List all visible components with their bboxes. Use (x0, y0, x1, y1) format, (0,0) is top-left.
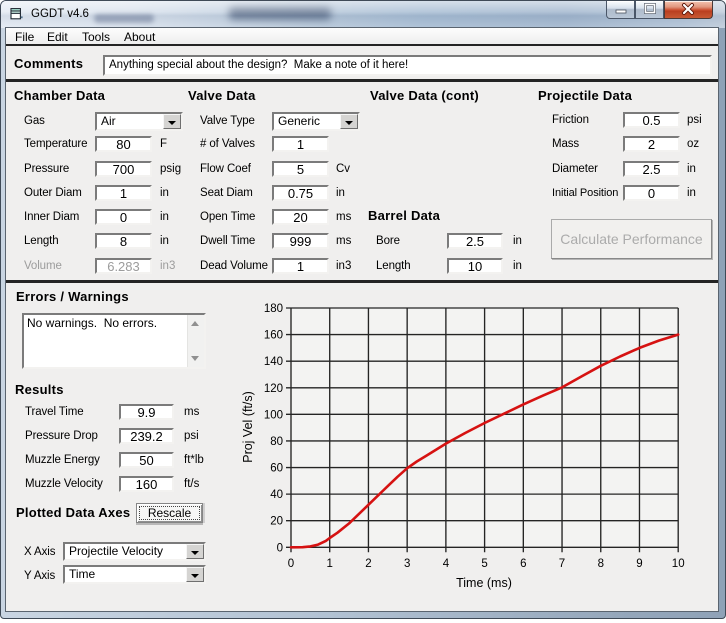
svg-text:Time (ms): Time (ms) (456, 576, 512, 590)
svg-text:140: 140 (264, 356, 283, 368)
svg-text:20: 20 (270, 516, 283, 528)
svg-text:0: 0 (277, 542, 283, 554)
svg-text:80: 80 (270, 436, 283, 448)
svg-text:0: 0 (288, 558, 294, 570)
svg-text:180: 180 (264, 303, 283, 315)
svg-text:8: 8 (598, 558, 604, 570)
svg-text:9: 9 (636, 558, 642, 570)
svg-text:40: 40 (270, 489, 283, 501)
svg-text:2: 2 (365, 558, 371, 570)
svg-text:1: 1 (326, 558, 332, 570)
svg-text:100: 100 (264, 409, 283, 421)
svg-text:160: 160 (264, 330, 283, 342)
svg-text:7: 7 (559, 558, 565, 570)
svg-text:6: 6 (520, 558, 526, 570)
svg-text:4: 4 (443, 558, 450, 570)
svg-text:Proj Vel (ft/s): Proj Vel (ft/s) (241, 391, 255, 463)
svg-text:10: 10 (672, 558, 685, 570)
svg-text:60: 60 (270, 463, 283, 475)
svg-text:120: 120 (264, 383, 283, 395)
svg-text:5: 5 (481, 558, 487, 570)
svg-text:3: 3 (404, 558, 410, 570)
